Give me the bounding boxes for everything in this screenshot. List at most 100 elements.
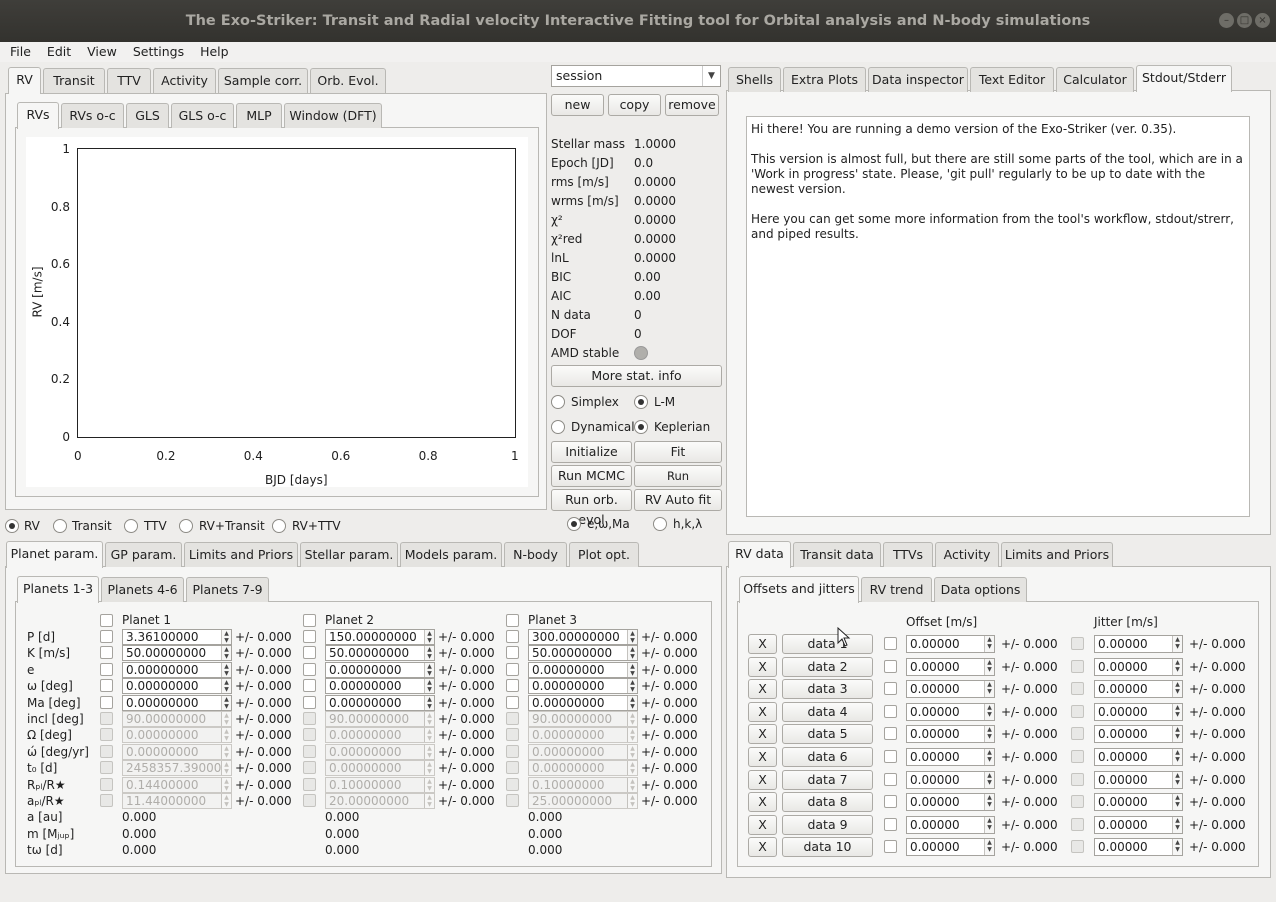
tab-ttvs[interactable]: TTVs (883, 542, 933, 567)
radio-ewma[interactable] (567, 517, 581, 531)
param-value-input[interactable]: 0.00000000 ▲ ▼ (122, 678, 232, 695)
spin-arrows-icon[interactable]: ▲ ▼ (424, 695, 434, 710)
jitter-input[interactable]: 0.00000 ▲ ▼ (1094, 657, 1183, 676)
remove-dataset-button[interactable]: X (748, 656, 777, 677)
tab-rvs[interactable]: RVs (17, 102, 59, 129)
param-fix-checkbox[interactable] (303, 630, 316, 643)
remove-dataset-button[interactable]: X (748, 724, 777, 745)
offset-input[interactable]: 0.00000 ▲ ▼ (906, 680, 995, 699)
jitter-fix-checkbox[interactable] (1071, 840, 1084, 854)
dataset-button[interactable]: data 3 (782, 679, 873, 700)
tab-mlp[interactable]: MLP (236, 103, 282, 128)
radio-rv-ttv[interactable] (272, 519, 286, 533)
tab-models-param[interactable]: Models param. (400, 542, 502, 567)
jitter-fix-checkbox[interactable] (1071, 659, 1084, 673)
spin-arrows-icon[interactable]: ▲ ▼ (1172, 726, 1182, 743)
tab-activity-data[interactable]: Activity (935, 542, 999, 567)
more-stat-info-button[interactable]: More stat. info (551, 365, 722, 387)
spin-arrows-icon[interactable]: ▲ ▼ (984, 681, 994, 698)
tab-gls-oc[interactable]: GLS o-c (171, 103, 234, 128)
tab-extra-plots[interactable]: Extra Plots (783, 67, 866, 92)
spin-arrows-icon[interactable]: ▲ ▼ (1172, 658, 1182, 675)
offset-fix-checkbox[interactable] (884, 704, 897, 718)
spin-arrows-icon[interactable]: ▲ ▼ (1172, 816, 1182, 833)
tab-calculator[interactable]: Calculator (1056, 67, 1134, 92)
jitter-input[interactable]: 0.00000 ▲ ▼ (1094, 702, 1183, 721)
param-fix-checkbox[interactable] (100, 630, 113, 643)
tab-planets-4-6[interactable]: Planets 4-6 (101, 577, 184, 602)
param-value-input[interactable]: 0.00000000 ▲ ▼ (528, 694, 638, 711)
radio-lm[interactable] (634, 395, 648, 409)
spin-arrows-icon[interactable]: ▲ ▼ (627, 777, 637, 792)
jitter-fix-checkbox[interactable] (1071, 682, 1084, 696)
jitter-fix-checkbox[interactable] (1071, 637, 1084, 650)
spin-arrows-icon[interactable]: ▲ ▼ (424, 794, 434, 808)
spin-arrows-icon[interactable]: ▲ ▼ (627, 695, 637, 710)
param-fix-checkbox[interactable] (506, 630, 519, 643)
param-value-input[interactable]: 0.00000000 ▲ ▼ (122, 661, 232, 678)
offset-fix-checkbox[interactable] (884, 727, 897, 741)
jitter-input[interactable]: 0.00000 ▲ ▼ (1094, 815, 1183, 834)
param-fix-checkbox[interactable] (506, 646, 519, 660)
jitter-input[interactable]: 0.00000 ▲ ▼ (1094, 748, 1183, 766)
tab-nbody[interactable]: N-body (504, 542, 567, 567)
spin-arrows-icon[interactable]: ▲ ▼ (424, 712, 434, 726)
spin-arrows-icon[interactable]: ▲ ▼ (984, 816, 994, 833)
remove-dataset-button[interactable]: X (748, 679, 777, 700)
dataset-button[interactable]: data 6 (782, 747, 873, 767)
menu-view[interactable]: View (87, 42, 117, 62)
maximize-icon[interactable]: □ (1237, 13, 1252, 28)
spin-arrows-icon[interactable]: ▲ ▼ (221, 662, 231, 677)
menu-settings[interactable]: Settings (133, 42, 184, 62)
offset-fix-checkbox[interactable] (884, 840, 897, 854)
spin-arrows-icon[interactable]: ▲ ▼ (1172, 703, 1182, 720)
param-fix-checkbox[interactable] (303, 646, 316, 660)
tab-gls[interactable]: GLS (126, 103, 169, 128)
param-fix-checkbox[interactable] (506, 679, 519, 693)
spin-arrows-icon[interactable]: ▲ ▼ (424, 630, 434, 644)
tab-gp-param[interactable]: GP param. (105, 542, 182, 567)
param-value-input[interactable]: 0.00000000 ▲ ▼ (325, 694, 435, 711)
spin-arrows-icon[interactable]: ▲ ▼ (627, 794, 637, 808)
spin-arrows-icon[interactable]: ▲ ▼ (221, 761, 231, 776)
spin-arrows-icon[interactable]: ▲ ▼ (424, 777, 434, 792)
jitter-fix-checkbox[interactable] (1071, 772, 1084, 786)
param-fix-checkbox[interactable] (303, 662, 316, 676)
offset-fix-checkbox[interactable] (884, 772, 897, 786)
offset-input[interactable]: 0.00000 ▲ ▼ (906, 748, 995, 766)
rv-auto-fit-button[interactable]: RV Auto fit (634, 489, 722, 511)
tab-stdout-stderr[interactable]: Stdout/Stderr (1136, 65, 1232, 92)
offset-fix-checkbox[interactable] (884, 682, 897, 696)
radio-rv[interactable] (5, 519, 19, 533)
jitter-fix-checkbox[interactable] (1071, 817, 1084, 831)
spin-arrows-icon[interactable]: ▲ ▼ (627, 712, 637, 726)
jitter-fix-checkbox[interactable] (1071, 727, 1084, 741)
spin-arrows-icon[interactable]: ▲ ▼ (984, 658, 994, 675)
tab-data-limits-priors[interactable]: Limits and Priors (1001, 542, 1113, 567)
dataset-button[interactable]: data 5 (782, 724, 873, 745)
offset-fix-checkbox[interactable] (884, 637, 897, 650)
copy-session-button[interactable]: copy (608, 94, 661, 116)
spin-arrows-icon[interactable]: ▲ ▼ (1172, 839, 1182, 856)
param-value-input[interactable]: 3.36100000 ▲ ▼ (122, 629, 232, 645)
run-orb-evol-button[interactable]: Run orb. evol (551, 489, 632, 527)
radio-transit[interactable] (53, 519, 67, 533)
offset-input[interactable]: 0.00000 ▲ ▼ (906, 838, 995, 857)
close-icon[interactable]: × (1255, 13, 1270, 28)
spin-arrows-icon[interactable]: ▲ ▼ (424, 728, 434, 743)
param-value-input[interactable]: 0.00000000 ▲ ▼ (528, 678, 638, 695)
dataset-button[interactable]: data 1 (782, 634, 873, 654)
dataset-button[interactable]: data 2 (782, 656, 873, 677)
param-value-input[interactable]: 0.00000000 ▲ ▼ (325, 661, 435, 678)
radio-keplerian[interactable] (634, 420, 648, 434)
dataset-button[interactable]: data 9 (782, 814, 873, 835)
param-value-input[interactable]: 300.00000000 ▲ ▼ (528, 629, 638, 645)
spin-arrows-icon[interactable]: ▲ ▼ (627, 679, 637, 694)
tab-transit[interactable]: Transit (43, 68, 105, 93)
spin-arrows-icon[interactable]: ▲ ▼ (221, 777, 231, 792)
spin-arrows-icon[interactable]: ▲ ▼ (1172, 771, 1182, 788)
tab-offsets-jitters[interactable]: Offsets and jitters (739, 576, 859, 603)
spin-arrows-icon[interactable]: ▲ ▼ (221, 794, 231, 808)
tab-rv-trend[interactable]: RV trend (861, 577, 932, 602)
dataset-button[interactable]: data 4 (782, 701, 873, 722)
